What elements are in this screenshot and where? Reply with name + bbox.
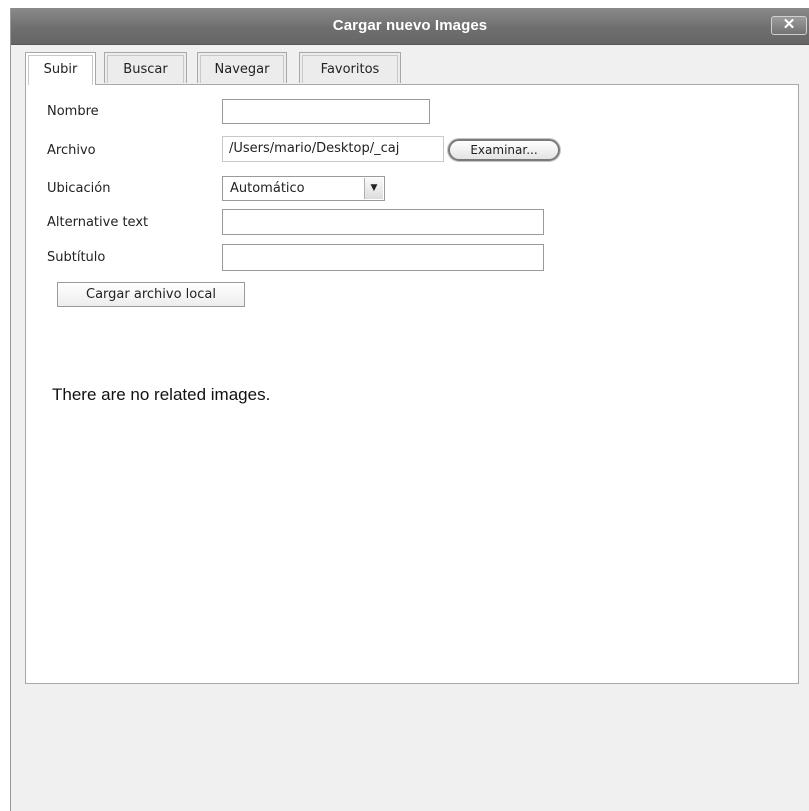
nombre-input[interactable] [222,99,430,124]
title-bar: Cargar nuevo Images ✕ [11,8,809,45]
ubicacion-select[interactable]: Automático ▼ [222,176,385,201]
ubicacion-selected-value: Automático [230,181,305,196]
upload-local-button[interactable]: Cargar archivo local [57,282,245,307]
nombre-label: Nombre [47,104,99,119]
close-button[interactable]: ✕ [771,16,807,35]
tab-label-favoritos: Favoritos [302,55,398,83]
subtitulo-input[interactable] [222,244,544,271]
upload-panel: Nombre Archivo /Users/mario/Desktop/_caj… [25,84,799,684]
tab-favoritos[interactable]: Favoritos [299,52,401,83]
tab-label-buscar: Buscar [107,55,184,83]
examinar-button[interactable]: Examinar... [448,139,560,161]
archivo-label: Archivo [47,143,96,158]
alt-text-input[interactable] [222,209,544,235]
archivo-path-field[interactable]: /Users/mario/Desktop/_caj [222,136,444,162]
no-related-images-message: There are no related images. [52,385,271,404]
dropdown-arrow-icon[interactable]: ▼ [364,178,383,199]
subtitulo-label: Subtítulo [47,250,106,265]
tab-subir[interactable]: Subir [25,52,96,85]
tab-navegar[interactable]: Navegar [197,52,287,83]
tab-label-navegar: Navegar [200,55,284,83]
ubicacion-label: Ubicación [47,181,111,196]
close-icon: ✕ [782,16,796,33]
alt-text-label: Alternative text [47,215,149,230]
dialog-title: Cargar nuevo Images [332,17,488,34]
tab-label-subir: Subir [28,55,93,85]
tab-buscar[interactable]: Buscar [104,52,187,83]
